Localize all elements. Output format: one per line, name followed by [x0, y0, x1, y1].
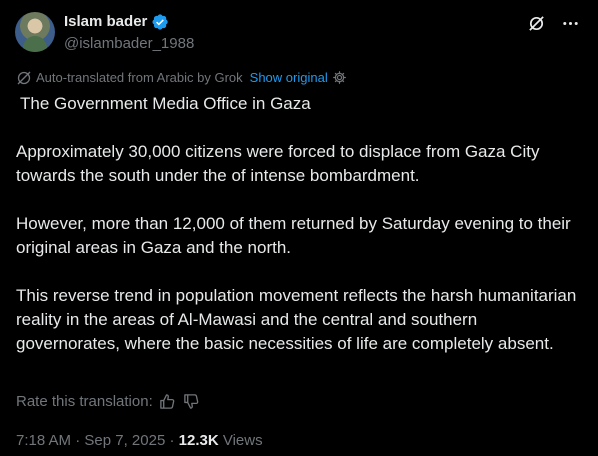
rate-translation-label: Rate this translation:	[16, 393, 153, 410]
post-title: The Government Media Office in Gaza	[20, 94, 311, 113]
post-date[interactable]: Sep 7, 2025	[84, 432, 165, 449]
show-original-link[interactable]: Show original	[250, 69, 328, 87]
post-paragraph: However, more than 12,000 of them return…	[16, 214, 571, 257]
meta-separator: ·	[71, 432, 85, 449]
post-meta: 7:18 AM · Sep 7, 2025 · 12.3K Views	[16, 431, 263, 451]
translation-notice-text: Auto-translated from Arabic by Grok	[36, 70, 243, 85]
post-top-actions	[526, 13, 580, 33]
translation-notice: Auto-translated from Arabic by Grok Show…	[16, 69, 348, 87]
author-name-row: Islam bader	[64, 12, 169, 32]
meta-separator: ·	[165, 432, 179, 449]
thumbs-up-icon[interactable]	[159, 393, 177, 411]
post-paragraph: This reverse trend in population movemen…	[16, 286, 577, 353]
author-handle[interactable]: @islambader_1988	[64, 34, 194, 54]
avatar[interactable]	[15, 12, 55, 52]
translate-icon	[16, 70, 32, 86]
views-label: Views	[218, 432, 263, 449]
author-display-name[interactable]: Islam bader	[64, 12, 147, 32]
post-time[interactable]: 7:18 AM	[16, 432, 71, 449]
thumbs-down-icon[interactable]	[183, 393, 201, 411]
rate-translation-row: Rate this translation:	[16, 392, 201, 412]
gear-icon[interactable]	[332, 70, 348, 86]
more-icon[interactable]	[560, 13, 580, 33]
post-paragraph: Approximately 30,000 citizens were force…	[16, 142, 540, 185]
grok-icon[interactable]	[526, 13, 546, 33]
post-text: The Government Media Office in Gaza Appr…	[16, 92, 582, 356]
verified-badge-icon[interactable]	[151, 13, 169, 31]
views-count: 12.3K	[178, 432, 219, 449]
